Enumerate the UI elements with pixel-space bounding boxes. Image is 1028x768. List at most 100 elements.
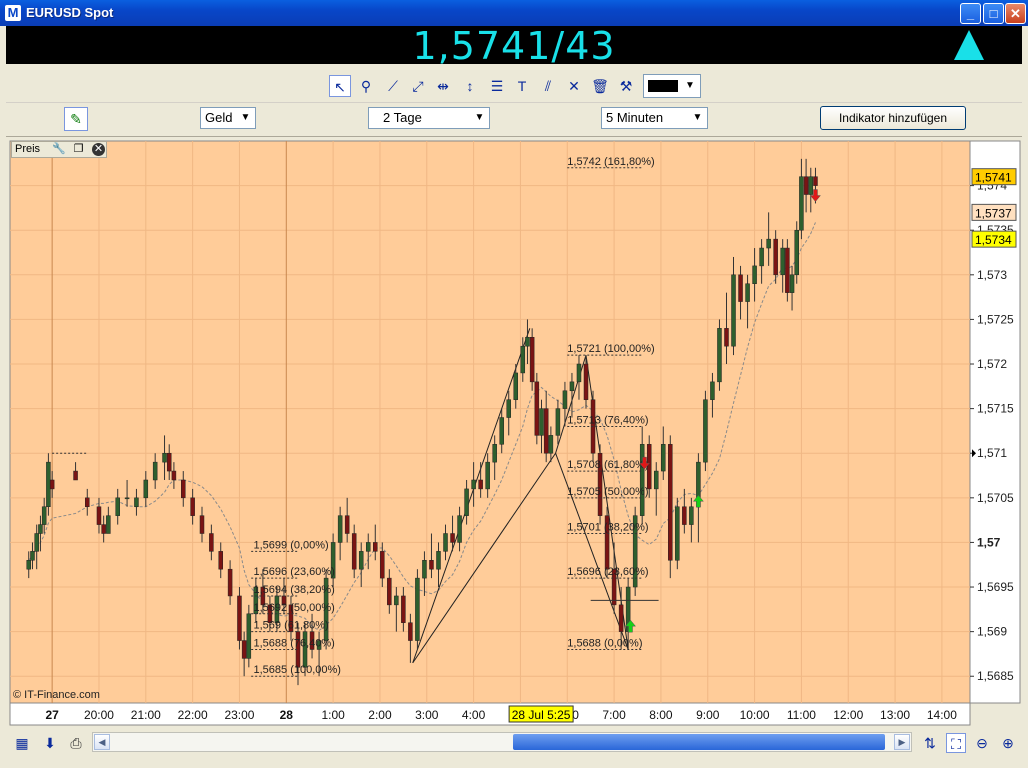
candle-body (209, 533, 214, 552)
autoscale-icon[interactable]: ⇅ (920, 733, 940, 753)
x-tick-label: 2:00 (368, 708, 392, 722)
candle-body (752, 265, 757, 284)
y-tick-label: 1,57 (977, 535, 1001, 549)
restore-icon[interactable]: ❐ (72, 143, 85, 156)
candle-body (682, 506, 687, 525)
candle-body (380, 551, 385, 579)
candle-body (799, 176, 804, 231)
chevron-down-icon: ▼ (474, 112, 485, 123)
period-select[interactable]: 2 Tage ▼ (368, 107, 490, 129)
color-picker[interactable]: ▼ (643, 74, 701, 98)
ray-icon[interactable]: ⤢ (407, 75, 429, 97)
candle-body (101, 524, 106, 534)
candle-body (653, 470, 659, 490)
price-label: 1,5741 (975, 171, 1012, 185)
close-button[interactable]: ✕ (1005, 3, 1026, 24)
x-tick-label: 14:00 (927, 708, 957, 722)
interval-select[interactable]: 5 Minuten ▼ (601, 107, 708, 129)
candle-body (569, 381, 575, 392)
fib-level-label: 1,5721 (100,00%) (567, 343, 654, 355)
candle-body (471, 479, 476, 490)
candle-body (457, 515, 462, 543)
candle-body (555, 408, 561, 436)
x-tick-label: 20:00 (84, 708, 114, 722)
x-tick-label: 4:00 (462, 708, 486, 722)
add-indicator-button[interactable]: Indikator hinzufügen (820, 106, 966, 130)
fib-level-label: 1,5694 (38,20%) (254, 584, 335, 596)
title-bar: M EURUSD Spot _ □ ✕ (0, 0, 1028, 26)
candle-body (237, 595, 242, 641)
options-bar: ✎ Geld ▼ 2 Tage ▼ 5 Minuten ▼ Indikator … (6, 103, 1022, 137)
zoom-out-icon[interactable]: ⊖ (972, 733, 992, 753)
fib-level-label: 1,5696 (23,60%) (567, 566, 648, 578)
print-icon[interactable]: ⎙ (66, 733, 86, 753)
candle-body (41, 506, 47, 525)
candle-body (181, 479, 186, 499)
status-bar: ▦ ⬇ ⎙ ◀ ▶ ⇅ ⛶ ⊖ ⊕ (0, 729, 1028, 768)
fib-level-label: 1,5742 (161,80%) (567, 156, 654, 168)
channel-icon[interactable]: ⫽ (537, 75, 559, 97)
plot-background (9, 140, 971, 704)
candle-body (190, 497, 195, 516)
minimize-button[interactable]: _ (960, 3, 981, 24)
candle-body (618, 604, 624, 632)
export-icon[interactable]: ⬇ (40, 733, 60, 753)
candle-body (38, 524, 43, 534)
panel-header: Preis 🔧 ❐ ✕ (11, 141, 107, 158)
candle-body (703, 399, 708, 463)
time-scrollbar[interactable]: ◀ ▶ (92, 732, 912, 752)
x-tick-label: 22:00 (178, 708, 208, 722)
quote-display: 1,5741/43 (6, 24, 1022, 68)
wrench-icon[interactable]: 🔧 (52, 143, 66, 156)
candle-body (199, 515, 205, 534)
candle-body (731, 274, 736, 347)
text-icon[interactable]: T (511, 75, 533, 97)
interval-value: 5 Minuten (606, 110, 664, 125)
price-chart[interactable]: 1,5685 1,569 1,5695 1,57 1,5705 1,571 1,5715 1,… (6, 137, 1022, 729)
trash-icon[interactable]: 🗑 (589, 75, 611, 97)
fibonacci-icon[interactable]: ☰ (486, 75, 508, 97)
y-tick-label: 1,572 (977, 357, 1007, 371)
horizontal-line-icon[interactable]: ⇹ (432, 75, 454, 97)
candle-body (73, 470, 78, 481)
cross-icon[interactable]: ✕ (563, 75, 585, 97)
candle-body (143, 479, 149, 499)
x-tick-label: 10:00 (740, 708, 770, 722)
trendline-icon[interactable]: ⟋ (382, 75, 404, 97)
close-panel-icon[interactable]: ✕ (92, 143, 105, 156)
candle-body (49, 479, 55, 490)
chart-area: 1,5685 1,569 1,5695 1,57 1,5705 1,571 1,5715 1,… (6, 137, 1022, 729)
properties-icon[interactable]: ⚒ (615, 75, 637, 97)
fib-level-label: 1,5688 (76,40%) (254, 637, 335, 649)
x-tick-label: 28 (280, 708, 294, 722)
x-tick-label: 12:00 (833, 708, 863, 722)
candle-body (246, 613, 252, 659)
maximize-button[interactable]: □ (983, 3, 1004, 24)
y-tick-label: 1,5695 (977, 580, 1014, 594)
vertical-line-icon[interactable]: ↕ (459, 75, 481, 97)
zoom-in-icon[interactable]: ⊕ (998, 733, 1018, 753)
chart-settings-icon[interactable]: ✎ (64, 107, 88, 131)
candle-body (661, 444, 666, 472)
x-tick-label: 3:00 (415, 708, 439, 722)
candle-body (499, 417, 504, 445)
candle-body (227, 568, 233, 597)
candle-body (124, 497, 130, 500)
candle-body (789, 274, 795, 293)
candle-body (785, 247, 790, 293)
y-tick-label: 1,5705 (977, 491, 1014, 505)
zoom-fit-icon[interactable]: ⛶ (946, 733, 966, 753)
y-tick-label: 1,569 (977, 625, 1007, 639)
cursor-time-label: 28 Jul 5:25 (512, 708, 571, 722)
zoom-icon[interactable]: ⚲ (355, 75, 377, 97)
x-tick-label: 11:00 (787, 708, 816, 722)
scroll-left-icon[interactable]: ◀ (94, 734, 110, 750)
pointer-icon[interactable]: ↖ (329, 75, 351, 97)
scroll-thumb[interactable] (513, 734, 885, 750)
candle-body (548, 435, 554, 454)
price-type-select[interactable]: Geld ▼ (200, 107, 256, 129)
x-tick-label: 21:00 (131, 708, 161, 722)
candle-body (485, 461, 490, 490)
scroll-right-icon[interactable]: ▶ (894, 734, 910, 750)
chart-type-icon[interactable]: ▦ (12, 733, 32, 753)
